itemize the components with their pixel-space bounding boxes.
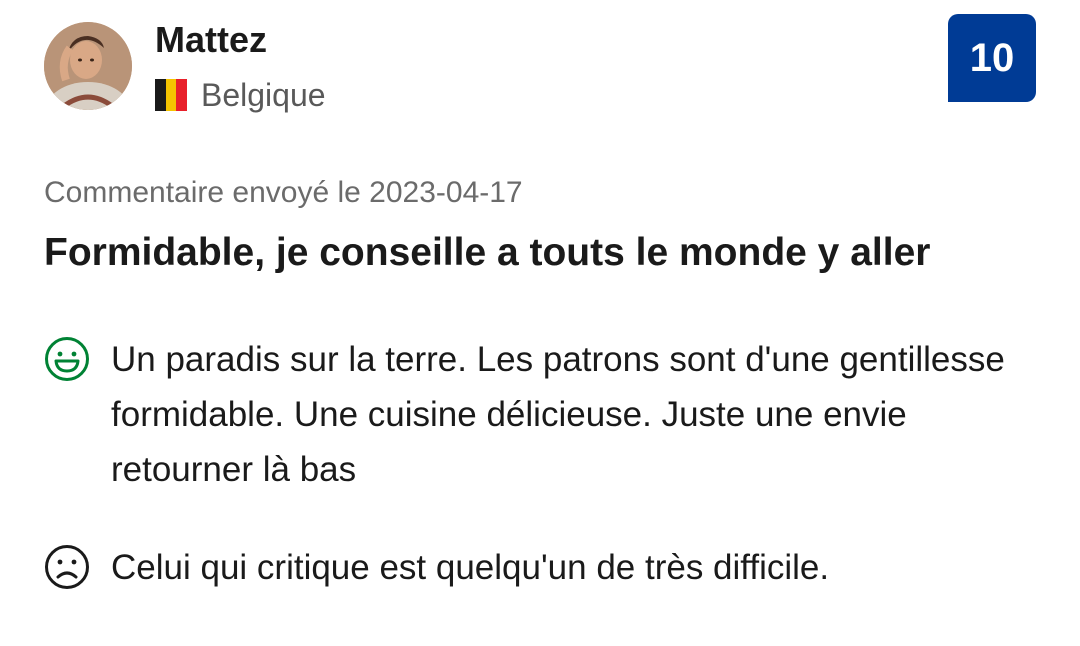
country-name: Belgique bbox=[201, 77, 326, 113]
reviewer-country: Belgique bbox=[155, 75, 326, 115]
positive-comment: Un paradis sur la terre. Les patrons son… bbox=[44, 332, 1031, 497]
sad-face-icon bbox=[45, 545, 89, 589]
review-title: Formidable, je conseille a touts le mond… bbox=[44, 231, 931, 274]
positive-comment-text: Un paradis sur la terre. Les patrons son… bbox=[111, 340, 1005, 489]
negative-comment-text: Celui qui critique est quelqu'un de très… bbox=[111, 548, 830, 587]
reviewer-avatar bbox=[44, 22, 132, 110]
score-badge: 10 bbox=[948, 14, 1036, 102]
belgium-flag-icon bbox=[155, 79, 188, 111]
review-date: Commentaire envoyé le 2023-04-17 bbox=[44, 176, 523, 209]
reviewer-name: Mattez bbox=[155, 19, 268, 60]
happy-face-icon bbox=[45, 337, 89, 381]
negative-comment: Celui qui critique est quelqu'un de très… bbox=[44, 540, 1031, 595]
